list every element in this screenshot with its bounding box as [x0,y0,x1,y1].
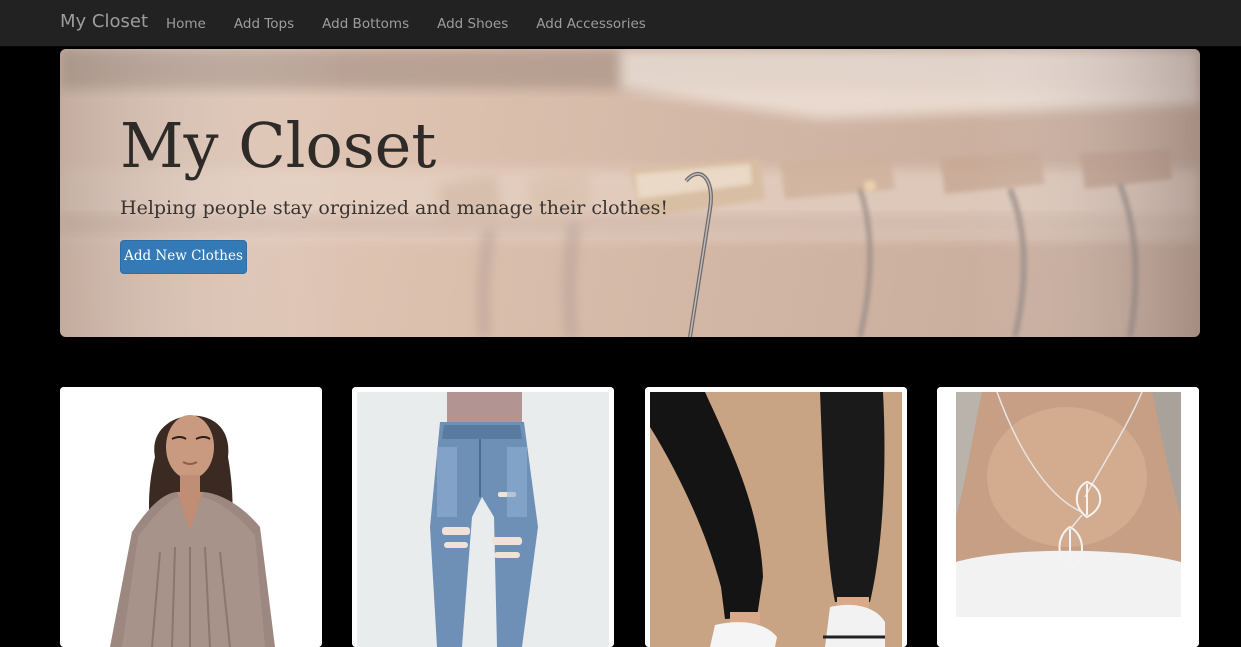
nav-add-shoes[interactable]: Add Shoes [423,14,522,34]
nav-add-tops[interactable]: Add Tops [220,14,308,34]
brand-link[interactable]: My Closet [60,10,148,34]
clothing-card-top[interactable] [60,387,322,647]
top-item-image [60,387,322,647]
clothing-card-accessory[interactable] [937,387,1199,647]
shoes-item-image [645,387,907,647]
hanger-rack-image [60,49,1200,337]
nav-home[interactable]: Home [152,14,220,34]
nav-menu: Home Add Tops Add Bottoms Add Shoes Add … [152,0,660,47]
nav-add-bottoms[interactable]: Add Bottoms [308,14,423,34]
accessory-item-image [937,387,1199,647]
nav-add-accessories[interactable]: Add Accessories [522,14,660,34]
clothing-card-shoes[interactable] [645,387,907,647]
hero-title: My Closet [120,109,437,182]
bottom-item-image [352,387,614,647]
hero-banner: My Closet Helping people stay orginized … [60,49,1200,337]
add-new-clothes-button[interactable]: Add New Clothes [120,240,247,274]
hero-subtitle: Helping people stay orginized and manage… [120,197,669,219]
top-navbar: My Closet Home Add Tops Add Bottoms Add … [0,0,1241,47]
clothing-card-bottom[interactable] [352,387,614,647]
